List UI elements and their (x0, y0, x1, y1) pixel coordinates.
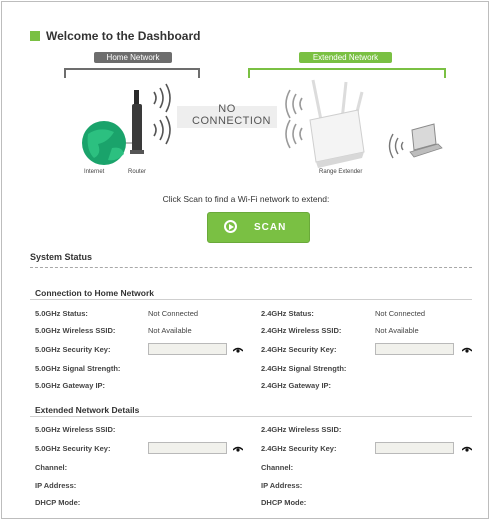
home-24g-gateway-label: 2.4GHz Gateway IP: (261, 381, 332, 390)
laptop-wifi-waves-icon (388, 133, 404, 159)
range-extender-label: Range Extender (319, 169, 363, 175)
dashboard-page: Welcome to the Dashboard Home Network Ex… (1, 1, 489, 519)
ext-right-ip-label: IP Address: (261, 481, 303, 490)
router-label: Router (128, 169, 147, 175)
ext-left-dhcp-label: DHCP Mode: (35, 498, 81, 507)
play-circle-icon (224, 220, 237, 233)
network-diagram (82, 79, 443, 168)
ext-5g-key-label: 5.0GHz Security Key: (35, 444, 111, 453)
home-5g-signal-label: 5.0GHz Signal Strength: (35, 364, 121, 373)
ext-right-dhcp-label: DHCP Mode: (261, 498, 307, 507)
home-5g-ssid-label: 5.0GHz Wireless SSID: (35, 326, 116, 335)
scan-button[interactable]: SCAN (207, 212, 310, 243)
router-wifi-waves-icon (153, 83, 171, 145)
ext-5g-ssid-label: 5.0GHz Wireless SSID: (35, 425, 116, 434)
eye-icon[interactable] (462, 446, 472, 452)
home-5g-status-value: Not Connected (148, 309, 199, 318)
eye-icon[interactable] (233, 347, 243, 353)
ext-24g-security-key-field[interactable] (375, 442, 454, 454)
home-5g-key-label: 5.0GHz Security Key: (35, 345, 111, 354)
ext-right-channel-label: Channel: (261, 463, 294, 472)
ext-5g-security-key-field[interactable] (148, 442, 227, 454)
scan-button-label: SCAN (254, 222, 287, 233)
no-connection-line-1: NO (218, 103, 236, 115)
system-status-divider (30, 267, 472, 268)
ext-left-ip-label: IP Address: (35, 481, 77, 490)
ext-24g-key-label: 2.4GHz Security Key: (261, 444, 337, 453)
home-24g-status-value: Not Connected (375, 309, 426, 318)
home-24g-ssid-label: 2.4GHz Wireless SSID: (261, 326, 342, 335)
home-5g-security-key-field[interactable] (148, 343, 227, 355)
eye-icon[interactable] (233, 446, 243, 452)
ext-24g-ssid-label: 2.4GHz Wireless SSID: (261, 425, 342, 434)
extended-details-divider (30, 416, 472, 417)
ext-left-channel-label: Channel: (35, 463, 68, 472)
home-connection-divider (30, 299, 472, 300)
home-5g-status-label: 5.0GHz Status: (35, 309, 88, 318)
home-24g-key-label: 2.4GHz Security Key: (261, 345, 337, 354)
extender-wifi-waves-icon (285, 89, 303, 149)
router-icon (130, 90, 144, 154)
laptop-icon (409, 123, 443, 158)
home-24g-status-label: 2.4GHz Status: (261, 309, 314, 318)
eye-icon[interactable] (462, 347, 472, 353)
home-24g-security-key-field[interactable] (375, 343, 454, 355)
extended-details-title: Extended Network Details (35, 405, 140, 415)
system-status-title: System Status (30, 252, 93, 262)
home-connection-title: Connection to Home Network (35, 288, 155, 298)
internet-label: Internet (84, 169, 105, 175)
range-extender-icon (309, 79, 365, 168)
no-connection-label: NO CONNECTION (192, 103, 271, 127)
no-connection-line-2: CONNECTION (192, 115, 271, 127)
internet-globe-icon (82, 121, 126, 165)
home-24g-signal-label: 2.4GHz Signal Strength: (261, 364, 347, 373)
home-5g-ssid-value: Not Available (148, 326, 192, 335)
home-5g-gateway-label: 5.0GHz Gateway IP: (35, 381, 106, 390)
scan-prompt: Click Scan to find a Wi-Fi network to ex… (162, 194, 330, 204)
home-24g-ssid-value: Not Available (375, 326, 419, 335)
